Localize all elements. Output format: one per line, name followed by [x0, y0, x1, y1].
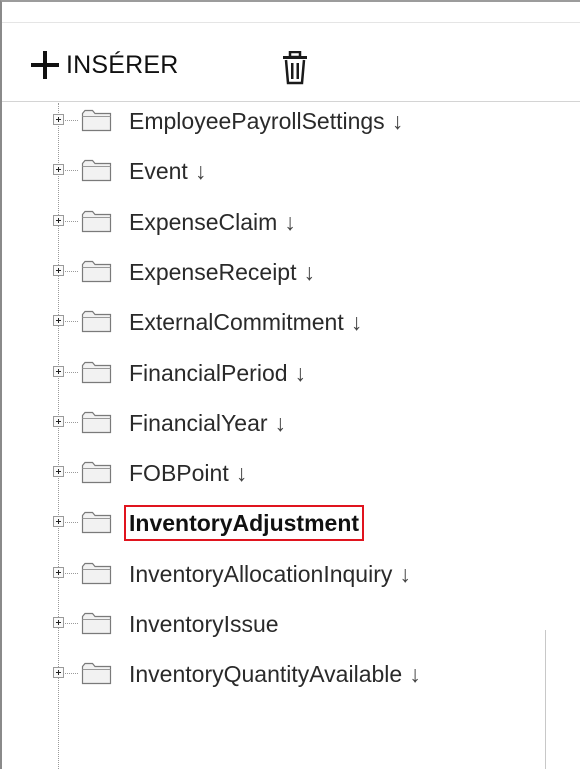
expand-icon[interactable]: [53, 214, 64, 226]
tree-connector: [65, 522, 78, 524]
folder-icon: [81, 661, 112, 685]
sort-arrow-icon: ↓: [284, 208, 296, 235]
tree-node-label[interactable]: FinancialPeriod ↓: [126, 359, 309, 387]
tree-node[interactable]: InventoryIssue: [2, 599, 580, 649]
trash-icon: [283, 50, 307, 85]
folder-icon: [81, 611, 112, 635]
tree-node-label[interactable]: Event ↓: [126, 157, 209, 185]
tree-node-label[interactable]: InventoryQuantityAvailable ↓: [126, 660, 424, 688]
tree-node-label[interactable]: FinancialYear ↓: [126, 409, 289, 437]
tree-node-text: InventoryAllocationInquiry: [129, 560, 393, 587]
sort-arrow-icon: ↓: [303, 258, 316, 285]
folder-icon: [81, 460, 112, 484]
tree-connector: [65, 220, 78, 222]
sort-arrow-icon: ↓: [235, 460, 248, 487]
tree-node-text: FinancialPeriod: [129, 359, 288, 386]
tree-node-text: ExternalCommitment: [129, 309, 344, 336]
tree-node[interactable]: ExternalCommitment ↓: [2, 297, 580, 347]
tree-node-label[interactable]: ExpenseReceipt ↓: [126, 258, 318, 286]
tree-node[interactable]: ExpenseClaim ↓: [2, 197, 580, 247]
tree-node-label[interactable]: InventoryIssue: [126, 610, 282, 638]
sort-arrow-icon: ↓: [391, 108, 404, 134]
expand-icon[interactable]: [53, 516, 64, 528]
folder-icon: [81, 309, 112, 333]
tree-node[interactable]: FinancialYear ↓: [2, 398, 580, 448]
insert-button-label: INSÉRER: [66, 50, 179, 79]
tree-node[interactable]: FOBPoint ↓: [2, 448, 580, 498]
folder-icon: [81, 259, 112, 283]
tree-connector: [65, 321, 78, 323]
sort-arrow-icon: ↓: [274, 409, 287, 436]
tree-node[interactable]: InventoryQuantityAvailable ↓: [2, 649, 580, 699]
expand-icon[interactable]: [53, 667, 64, 679]
delete-button[interactable]: [280, 50, 310, 85]
expand-icon[interactable]: [53, 617, 64, 628]
folder-icon: [81, 360, 112, 384]
tree-connector: [65, 270, 78, 272]
tree-connector: [65, 120, 78, 121]
sort-arrow-icon: ↓: [194, 158, 207, 185]
tree-node-text: FinancialYear: [129, 409, 268, 436]
tree-node[interactable]: InventoryAllocationInquiry ↓: [2, 549, 580, 599]
tree-node-text: FOBPoint: [129, 460, 229, 487]
expand-icon[interactable]: [53, 566, 64, 578]
sort-arrow-icon: ↓: [350, 309, 363, 336]
expand-icon[interactable]: [53, 114, 64, 125]
folder-icon: [81, 510, 112, 534]
tree-node-text: Event: [129, 158, 188, 185]
tree-node[interactable]: ExpenseReceipt ↓: [2, 247, 580, 297]
expand-icon[interactable]: [53, 365, 64, 377]
tree-connector: [65, 572, 78, 574]
expand-icon[interactable]: [53, 315, 64, 327]
toolbar: INSÉRER: [2, 22, 580, 102]
tree-node-label[interactable]: ExternalCommitment ↓: [126, 308, 365, 336]
scrollbar-edge: [545, 630, 546, 769]
tree-node-text: InventoryIssue: [129, 611, 279, 637]
folder-icon: [81, 209, 112, 233]
tree-connector: [65, 623, 78, 624]
folder-icon: [81, 158, 112, 182]
tree-node-text: ExpenseReceipt: [129, 258, 297, 285]
expand-icon[interactable]: [53, 466, 64, 478]
tree-node-text: ExpenseClaim: [129, 208, 278, 235]
expand-icon[interactable]: [53, 415, 64, 427]
tree-node[interactable]: FinancialPeriod ↓: [2, 348, 580, 398]
folder-icon: [81, 108, 112, 132]
insert-button[interactable]: INSÉRER: [28, 48, 179, 82]
tree-node-label-selected[interactable]: InventoryAdjustment: [124, 505, 365, 542]
tree-node[interactable]: InventoryAdjustment: [2, 498, 580, 548]
sort-arrow-icon: ↓: [294, 359, 307, 386]
plus-icon: [28, 48, 62, 82]
top-strip: [2, 2, 580, 20]
tree-node-text: InventoryAdjustment: [129, 510, 360, 537]
expand-icon[interactable]: [53, 164, 64, 176]
tree-connector: [65, 421, 78, 423]
tree-node-label[interactable]: InventoryAllocationInquiry ↓: [126, 560, 414, 588]
tree-node[interactable]: Event ↓: [2, 146, 580, 196]
tree-node-label[interactable]: FOBPoint ↓: [126, 459, 250, 487]
tree-node[interactable]: EmployeePayrollSettings ↓: [2, 103, 580, 146]
folder-icon: [81, 410, 112, 434]
sort-arrow-icon: ↓: [399, 560, 411, 587]
sort-arrow-icon: ↓: [409, 661, 421, 688]
tree-node-label[interactable]: ExpenseClaim ↓: [126, 208, 299, 236]
tree-connector: [65, 170, 78, 172]
tree-connector: [65, 673, 78, 675]
folder-icon: [81, 561, 112, 585]
tree-node-text: InventoryQuantityAvailable: [129, 661, 403, 688]
expand-icon[interactable]: [53, 264, 64, 276]
tree-node-text: EmployeePayrollSettings: [129, 108, 385, 134]
tree-node-label[interactable]: EmployeePayrollSettings ↓: [126, 107, 406, 135]
object-tree: EmployeePayrollSettings ↓ Event ↓ ExpenseCla…: [2, 103, 580, 769]
tree-connector: [65, 371, 78, 373]
tree-connector: [65, 472, 78, 474]
